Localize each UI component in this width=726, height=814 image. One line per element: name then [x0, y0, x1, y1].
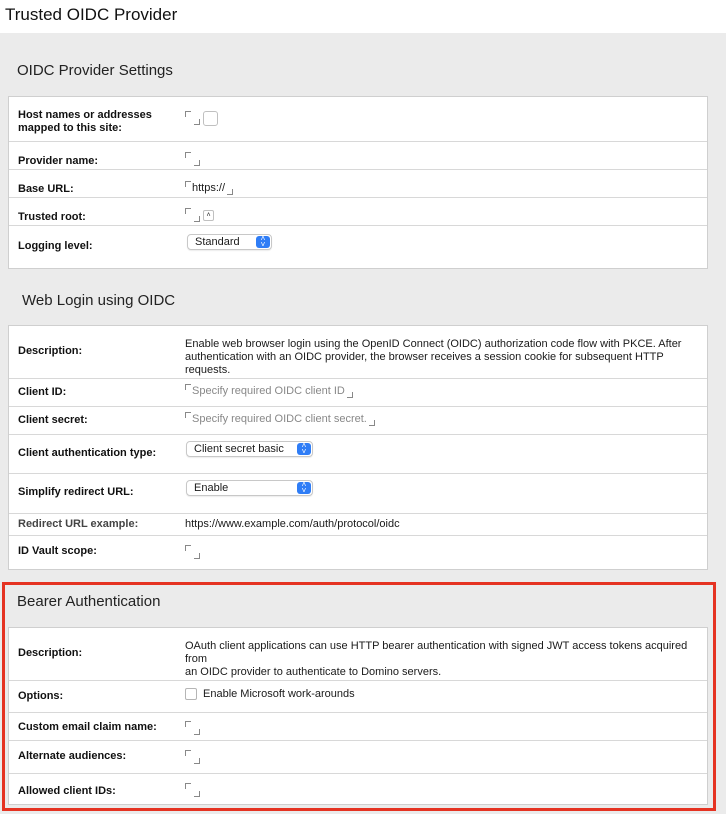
select-chevron-icon: ˄ ˅: [256, 235, 270, 249]
bearer-description-text: OAuth client applications can use HTTP b…: [185, 640, 688, 678]
ms-workarounds-option[interactable]: Enable Microsoft work-arounds: [185, 688, 355, 701]
section-title-bearer-auth: Bearer Authentication: [17, 593, 161, 610]
base-url-field[interactable]: https://: [185, 181, 234, 195]
trusted-root-label: Trusted root:: [18, 211, 86, 223]
client-auth-type-label: Client authentication type:: [18, 447, 157, 459]
client-id-label: Client ID:: [18, 386, 67, 398]
row-id-vault-scope: ID Vault scope:: [9, 535, 707, 572]
logging-level-label: Logging level:: [18, 240, 93, 252]
host-names-field[interactable]: [185, 111, 219, 126]
provider-name-field[interactable]: [185, 152, 200, 166]
id-vault-scope-label: ID Vault scope:: [18, 545, 97, 557]
redirect-example-value: https://www.example.com/auth/protocol/oi…: [185, 518, 400, 530]
trusted-root-field[interactable]: ˄: [185, 208, 215, 222]
row-bearer-description: Description: OAuth client applications c…: [9, 628, 707, 680]
ms-workarounds-checkbox[interactable]: [185, 688, 197, 701]
row-allowed-client-ids: Allowed client IDs:: [9, 773, 707, 807]
row-provider-name: Provider name:: [9, 141, 707, 170]
select-chevron-icon: ˄ ˅: [297, 481, 311, 495]
logging-level-select[interactable]: Standard ˄ ˅: [187, 234, 272, 250]
web-login-description-label: Description:: [18, 345, 83, 357]
row-host-names: Host names or addresses mapped to this s…: [9, 97, 707, 141]
client-secret-field[interactable]: Specify required OIDC client secret.: [185, 412, 375, 426]
custom-email-claim-field[interactable]: [185, 721, 200, 735]
section-title-web-login: Web Login using OIDC: [22, 292, 176, 309]
alternate-audiences-field[interactable]: [185, 750, 200, 764]
web-login-description-text: Enable web browser login using the OpenI…: [185, 338, 682, 376]
select-chevron-icon: ˄ ˅: [297, 442, 311, 456]
bearer-auth-table: Description: OAuth client applications c…: [8, 627, 708, 805]
client-id-field[interactable]: Specify required OIDC client ID: [185, 384, 353, 398]
provider-name-label: Provider name:: [18, 155, 99, 167]
base-url-label: Base URL:: [18, 183, 74, 195]
section-title-oidc-provider-settings: OIDC Provider Settings: [17, 62, 173, 79]
row-web-login-description: Description: Enable web browser login us…: [9, 326, 707, 378]
row-logging-level: Logging level: Standard ˄ ˅: [9, 225, 707, 271]
simplify-redirect-label: Simplify redirect URL:: [18, 486, 134, 498]
trusted-root-dropdown-button[interactable]: ˄: [203, 209, 215, 221]
row-client-id: Client ID: Specify required OIDC client …: [9, 378, 707, 407]
alternate-audiences-label: Alternate audiences:: [18, 750, 127, 762]
web-login-table: Description: Enable web browser login us…: [8, 325, 708, 570]
options-label: Options:: [18, 690, 64, 702]
row-redirect-example: Redirect URL example: https://www.exampl…: [9, 513, 707, 536]
row-client-auth-type: Client authentication type: Client secre…: [9, 434, 707, 474]
row-client-secret: Client secret: Specify required OIDC cli…: [9, 406, 707, 435]
client-secret-label: Client secret:: [18, 414, 88, 426]
row-trusted-root: Trusted root: ˄: [9, 197, 707, 226]
row-base-url: Base URL: https://: [9, 169, 707, 198]
row-options: Options: Enable Microsoft work-arounds: [9, 680, 707, 713]
allowed-client-ids-field[interactable]: [185, 783, 200, 797]
row-custom-email-claim: Custom email claim name:: [9, 712, 707, 741]
window-title: Trusted OIDC Provider: [5, 5, 178, 24]
redirect-example-label: Redirect URL example:: [18, 518, 139, 530]
id-vault-scope-field[interactable]: [185, 545, 200, 559]
allowed-client-ids-label: Allowed client IDs:: [18, 785, 116, 797]
bearer-description-label: Description:: [18, 647, 83, 659]
oidc-provider-settings-table: Host names or addresses mapped to this s…: [8, 96, 708, 269]
row-alternate-audiences: Alternate audiences:: [9, 740, 707, 774]
host-names-label: Host names or addresses mapped to this s…: [18, 109, 152, 134]
client-auth-type-select[interactable]: Client secret basic ˄ ˅: [186, 441, 313, 457]
window-titlebar: Trusted OIDC Provider: [0, 0, 726, 33]
custom-email-claim-label: Custom email claim name:: [18, 721, 157, 733]
simplify-redirect-select[interactable]: Enable ˄ ˅: [186, 480, 313, 496]
host-names-picker-button[interactable]: [203, 111, 219, 126]
row-simplify-redirect: Simplify redirect URL: Enable ˄ ˅: [9, 473, 707, 514]
